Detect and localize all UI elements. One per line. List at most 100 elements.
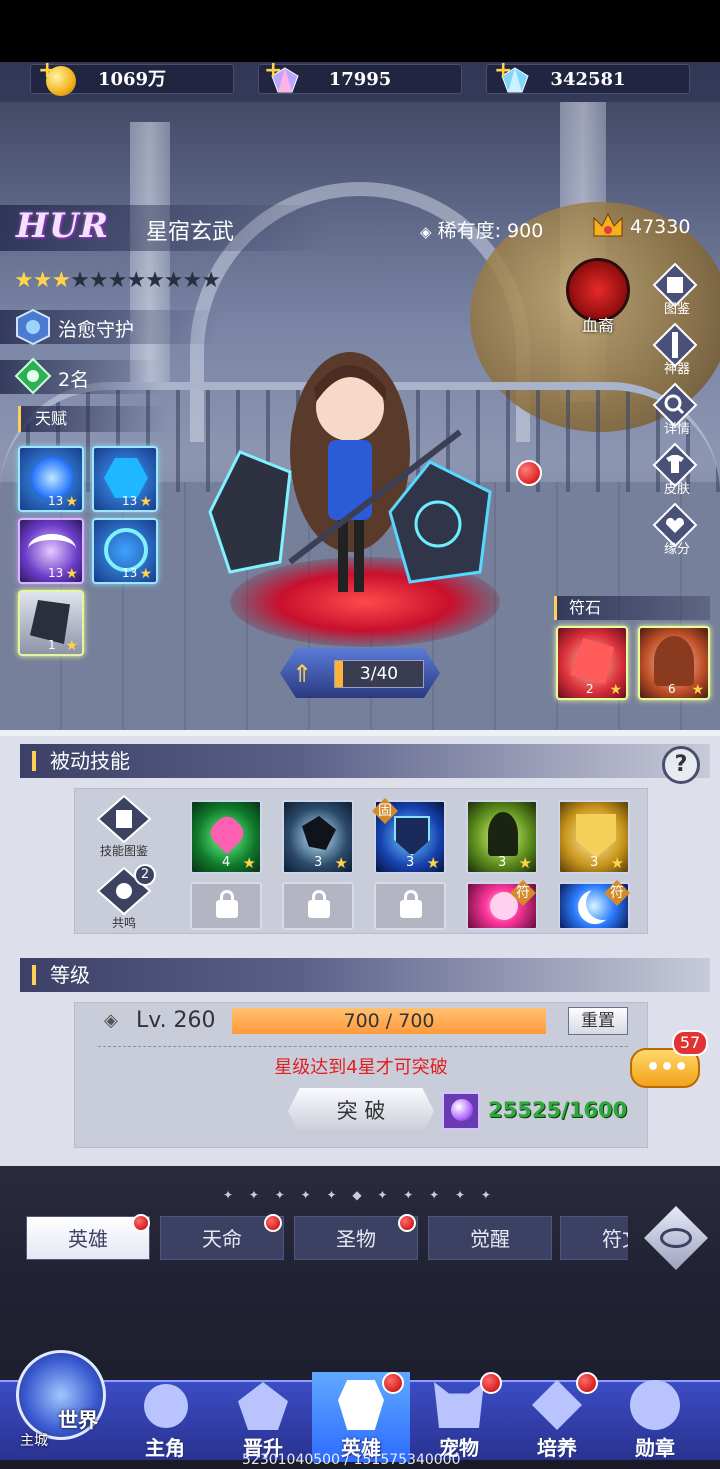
tab-destiny-alert-dot — [264, 1214, 282, 1232]
star-rating: ★★★★★★★★★★★ — [14, 268, 221, 293]
level-title: 等级 — [50, 963, 90, 987]
tab-relic-alert-dot — [398, 1214, 416, 1232]
talent-slot[interactable]: 1 ★ — [18, 590, 84, 656]
train-icon — [532, 1380, 582, 1430]
talent-slot[interactable]: 13 ★ — [18, 518, 84, 584]
star-icon: ★ — [65, 494, 78, 510]
rarity-display: ◈ 稀有度: 900 — [420, 216, 543, 243]
talent-slot[interactable]: 13 ★ — [18, 446, 84, 512]
passive-skill-slot[interactable]: 4 ★ — [190, 800, 262, 874]
nav-world-button[interactable]: 世界 主城 — [6, 1338, 116, 1458]
nav-train-alert-dot — [576, 1372, 598, 1394]
breakthrough-cost: 25525/1600 — [488, 1098, 628, 1122]
nav-hero-alert-dot — [382, 1372, 404, 1394]
passive-title: 被动技能 — [50, 749, 130, 773]
level-diamond-icon: ◈ — [104, 1010, 118, 1031]
star-icon: ★ — [518, 854, 532, 872]
star-icon: ★ — [65, 638, 78, 654]
purple-orb-icon — [442, 1092, 480, 1130]
rarity-diamond-icon: ◈ — [420, 223, 432, 241]
status-bar — [0, 0, 720, 62]
level-display: 3/40 — [334, 660, 424, 688]
add-diamond-button[interactable]: + — [494, 58, 512, 83]
breakthrough-button[interactable]: 突 破 — [288, 1088, 434, 1134]
tab-rune-clip: 符文 — [560, 1216, 628, 1260]
star-icon: ★ — [242, 854, 256, 872]
talent-title: 天赋 — [35, 409, 68, 428]
add-gold-button[interactable]: + — [38, 58, 56, 83]
rarity-value: 900 — [507, 220, 544, 242]
locked-skill-slot[interactable] — [190, 882, 262, 930]
rank-label: 2名 — [58, 369, 90, 391]
level-progress-fill — [335, 661, 343, 687]
silhouette-icon — [488, 812, 518, 856]
leaf-icon — [14, 357, 52, 395]
role-label: 治愈守护 — [58, 319, 135, 341]
help-button[interactable]: ? — [662, 746, 700, 784]
book-icon — [96, 794, 152, 844]
side-menu-details[interactable]: 详情 — [652, 382, 702, 437]
side-menu-codex[interactable]: 图鉴 — [652, 262, 702, 317]
shatter-icon — [302, 816, 336, 850]
add-crystal-button[interactable]: + — [264, 58, 282, 83]
medal-icon — [630, 1380, 680, 1430]
pet-icon — [434, 1382, 484, 1428]
gem-icon — [516, 460, 542, 486]
rune-slot[interactable]: 2 ★ — [556, 626, 628, 700]
chat-count-badge: 57 — [672, 1030, 708, 1056]
hexagon-shield-icon — [16, 308, 50, 346]
exp-bar: 700 / 700 — [232, 1008, 546, 1034]
talent-slot[interactable]: 13 ★ — [92, 518, 158, 584]
side-menu-artifact[interactable]: 神器 — [652, 322, 702, 377]
star-icon: ★ — [139, 494, 152, 510]
nav-medal[interactable]: 勋章 — [606, 1372, 704, 1462]
rune-header: 符石 — [554, 596, 710, 620]
side-menu-bond[interactable]: 缘分 — [652, 502, 702, 557]
rune-slot[interactable]: 6 ★ — [638, 626, 710, 700]
passive-skill-slot[interactable]: 3 ★ — [558, 800, 630, 874]
gold-shield-icon — [576, 814, 616, 858]
star-icon: ★ — [691, 682, 704, 698]
faction-label: 血裔 — [581, 316, 614, 335]
tab-awaken[interactable]: 觉醒 — [428, 1216, 552, 1260]
passive-skill-slot[interactable]: 3 ★ — [282, 800, 354, 874]
nav-promotion[interactable]: 晋升 — [214, 1372, 312, 1462]
footer-counter: 52301040500 / 151575340000 — [242, 1452, 461, 1468]
promotion-icon — [238, 1382, 288, 1430]
shield-icon — [394, 816, 430, 856]
talent-header: 天赋 — [18, 406, 168, 432]
level-header: 等级 — [20, 958, 710, 992]
star-icon: ★ — [139, 566, 152, 582]
hooded-figure-icon — [654, 636, 694, 686]
hero-grade-badge: HUR — [16, 206, 110, 246]
hero-level: Lv. 260 — [136, 1008, 216, 1033]
purple-wave-icon — [28, 534, 76, 564]
nav-protagonist[interactable]: 主角 — [116, 1372, 214, 1462]
crown-icon — [593, 212, 623, 237]
hero-character-image[interactable] — [200, 332, 500, 612]
side-menu-skin[interactable]: 皮肤 — [652, 442, 702, 497]
blue-hex-icon — [104, 458, 148, 498]
talent-slot[interactable]: 13 ★ — [92, 446, 158, 512]
hero-name: 星宿玄武 — [146, 220, 235, 245]
rarity-label: 稀有度: — [437, 220, 501, 242]
resonance-badge: 2 — [134, 864, 156, 886]
heart-icon — [205, 811, 249, 855]
star-icon: ★ — [334, 854, 348, 872]
nav-pet-alert-dot — [480, 1372, 502, 1394]
eye-icon — [660, 1228, 692, 1248]
tab-rune[interactable]: 符文 — [560, 1216, 628, 1260]
star-icon: ★ — [610, 854, 624, 872]
star-icon: ★ — [426, 854, 440, 872]
reset-button[interactable]: 重置 — [568, 1007, 628, 1035]
locked-skill-slot[interactable] — [374, 882, 446, 930]
divider — [98, 1046, 628, 1047]
skill-codex-button[interactable]: 技能图鉴 — [80, 794, 168, 860]
level-up-arrow-icon: ⇑ — [292, 660, 313, 688]
passive-skill-slot[interactable]: 3 ★ — [466, 800, 538, 874]
chat-dots-icon: ••• — [646, 1055, 689, 1080]
power-value: 47330 — [630, 216, 691, 238]
helmet-icon — [338, 1380, 384, 1430]
locked-skill-slot[interactable] — [282, 882, 354, 930]
protagonist-icon — [144, 1384, 188, 1428]
